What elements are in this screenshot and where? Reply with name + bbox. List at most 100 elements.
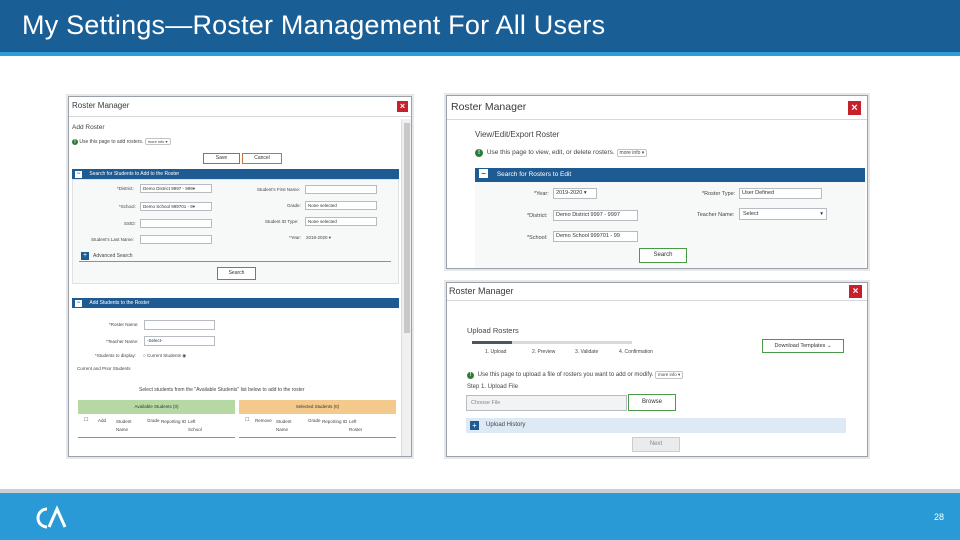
search-section-header[interactable]: − Search for Rosters to Edit (475, 168, 865, 182)
title-stripe (0, 52, 960, 56)
window-header: Roster Manager × (447, 96, 867, 120)
add-roster-screenshot: Roster Manager × Add Roster ! Use this p… (68, 96, 412, 457)
first-name-input[interactable] (305, 185, 377, 194)
more-info-link[interactable]: more info ▾ (616, 149, 648, 157)
window-title: Roster Manager (72, 101, 130, 110)
col-left-school: Left School (188, 419, 202, 432)
step-upload: 1. Upload (485, 349, 507, 355)
school-select[interactable]: Demo School 999701 - 99 (553, 231, 638, 242)
district-select[interactable]: Demo District 9997 - 9997 (553, 210, 638, 221)
more-info-link[interactable]: more info ▾ (144, 138, 171, 145)
col-student-name: Student Name (276, 419, 292, 432)
cancel-button[interactable]: Cancel (242, 153, 282, 164)
save-button[interactable]: Save (203, 153, 240, 164)
last-name-input[interactable] (140, 235, 212, 244)
roster-type-select[interactable]: User Defined (739, 188, 822, 199)
grade-select[interactable]: None selected (305, 201, 377, 210)
info-icon: ! (72, 139, 78, 145)
collapse-icon[interactable]: − (75, 171, 82, 178)
upload-rosters-screenshot: Roster Manager × Upload Rosters 1. Uploa… (446, 282, 868, 457)
collapse-icon[interactable]: − (479, 169, 488, 178)
search-section-header[interactable]: − Search for Students to Add to the Rost… (72, 169, 399, 179)
window-header: Roster Manager × (69, 97, 411, 117)
choose-file-label: Choose File (471, 400, 501, 406)
year-label: *Year: (534, 191, 549, 197)
more-info-link[interactable]: more info ▾ (655, 371, 684, 379)
search-button[interactable]: Search (639, 248, 687, 263)
id-type-label: Student ID Type: (265, 219, 299, 224)
col-reporting-id: Reporting ID (161, 419, 187, 424)
year-select[interactable]: 2019-2020 ▾ (306, 235, 331, 241)
roster-type-value: User Defined (742, 190, 775, 196)
available-students-header: Available Students (0) (78, 400, 235, 414)
browse-button[interactable]: Browse (628, 394, 676, 411)
step-confirmation: 4. Confirmation (619, 349, 653, 355)
add-checkbox[interactable]: ☐ (84, 417, 88, 423)
info-line: ! Use this page to add rosters. more inf… (72, 138, 171, 145)
info-text: Use this page to add rosters. (79, 139, 144, 145)
roster-name-label: *Roster Name: (109, 322, 139, 327)
year-label: *Year: (289, 235, 302, 240)
view-edit-roster-screenshot: Roster Manager × View/Edit/Export Roster… (446, 95, 868, 269)
scrollbar-thumb[interactable] (404, 123, 410, 333)
district-select[interactable]: Demo District 9997 - 999▾ (140, 184, 212, 193)
selected-students-header: Selected Students (0) (239, 400, 396, 414)
advanced-search-row[interactable]: + Advanced Search (79, 251, 391, 262)
roster-name-input[interactable] (144, 320, 215, 330)
close-icon[interactable]: × (849, 285, 862, 298)
school-value: Demo School 999701 - 99 (556, 233, 620, 239)
teacher-name-select[interactable]: -Select- (144, 336, 215, 346)
info-line: ! Use this page to upload a file of rost… (467, 371, 684, 379)
available-students-title: Available Students (0) (134, 404, 179, 409)
select-instruction: Select students from the "Available Stud… (139, 387, 305, 393)
scrollbar[interactable] (401, 119, 411, 456)
remove-checkbox[interactable]: ☐ (245, 417, 249, 423)
col-grade: Grade (147, 418, 160, 423)
progress-track (472, 341, 632, 344)
download-templates-button[interactable]: Download Templates ⌄ (762, 339, 844, 353)
window-header: Roster Manager × (447, 283, 867, 301)
footer-bar (0, 493, 960, 540)
step-preview: 2. Preview (532, 349, 556, 355)
advanced-search-label: Advanced Search (93, 253, 133, 259)
col-remove: Remove (255, 418, 272, 423)
close-icon[interactable]: × (397, 101, 408, 112)
close-icon[interactable]: × (848, 101, 861, 115)
slide-title: My Settings—Roster Management For All Us… (22, 10, 606, 40)
ssid-input[interactable] (140, 219, 212, 228)
col-left-roster: Left Roster (349, 419, 363, 432)
ca-logo-icon (36, 505, 67, 529)
add-section-header[interactable]: − Add Students to the Roster (72, 298, 399, 308)
teacher-name-select[interactable]: Select ▾ (739, 208, 827, 220)
school-label: *School: (527, 235, 548, 241)
id-type-select[interactable]: None selected (305, 217, 377, 226)
year-value: 2019-2020 (556, 190, 583, 196)
step-validate: 3. Validate (575, 349, 599, 355)
page-heading: View/Edit/Export Roster (475, 130, 560, 139)
page-number: 28 (934, 512, 945, 522)
download-templates-label: Download Templates (774, 343, 826, 349)
selected-students-columns: ☐ Remove Student Name Grade Reporting ID… (239, 414, 396, 438)
grade-label: Grade: (287, 203, 301, 208)
info-line: ! Use this page to view, edit, or delete… (475, 149, 648, 157)
selected-students-title: Selected Students (0) (295, 404, 340, 409)
search-button[interactable]: Search (217, 267, 256, 280)
next-button[interactable]: Next (632, 437, 680, 452)
choose-file-input[interactable]: Choose File (466, 395, 627, 411)
district-label: *District: (527, 213, 548, 219)
upload-history-row[interactable]: + Upload History (466, 418, 846, 433)
info-text: Use this page to upload a file of roster… (477, 372, 654, 378)
school-label: *School: (119, 204, 136, 209)
col-grade: Grade (308, 418, 321, 423)
year-select[interactable]: 2019-2020 ▾ (553, 188, 597, 199)
collapse-icon[interactable]: − (75, 300, 82, 307)
page-heading: Add Roster (72, 124, 105, 131)
col-student-name: Student Name (116, 419, 132, 432)
plus-icon[interactable]: + (81, 252, 89, 260)
plus-icon[interactable]: + (470, 421, 479, 430)
available-students-columns: ☐ Add Student Name Grade Reporting ID Le… (78, 414, 235, 438)
school-select[interactable]: Demo School 999701 - 9▾ (140, 202, 212, 211)
current-students-radio[interactable]: ○ Current Students ◉ (143, 353, 186, 359)
teacher-value: Select (743, 211, 759, 217)
window-title: Roster Manager (449, 286, 514, 296)
